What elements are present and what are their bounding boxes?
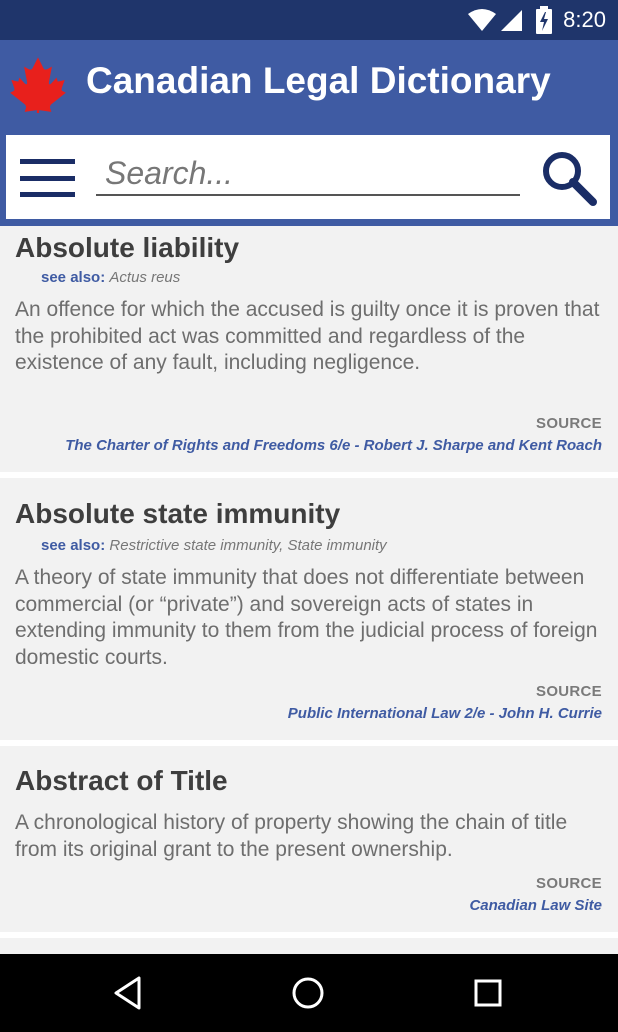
entry-card[interactable] (0, 938, 618, 954)
status-bar: 8:20 (0, 0, 618, 40)
maple-leaf-icon (10, 57, 66, 113)
entry-term: Abstract of Title (15, 765, 228, 796)
entry-card[interactable]: Absolute state immunity see also: Restri… (0, 478, 618, 740)
see-also-label: see also: (41, 537, 106, 554)
app-title: Canadian Legal Dictionary (86, 60, 551, 101)
entry-definition: A theory of state immunity that does not… (15, 566, 598, 669)
entry-list[interactable]: Absolute liability see also: Actus reus … (0, 226, 618, 954)
recents-icon[interactable] (468, 973, 508, 1013)
see-also-link[interactable]: Restrictive state immunity, State immuni… (109, 537, 386, 554)
navigation-bar (0, 954, 618, 1032)
source-label: SOURCE (536, 875, 602, 892)
see-also-link[interactable]: Actus reus (109, 269, 180, 286)
see-also: see also: Actus reus (41, 269, 180, 286)
screen: 8:20 Canadian Legal Dictionary Absolu (0, 0, 618, 1032)
entry-term: Absolute state immunity (15, 498, 341, 529)
see-also: see also: Restrictive state immunity, St… (41, 537, 387, 554)
entry-term: Absolute liability (15, 232, 240, 263)
source-text: Canadian Law Site (469, 897, 602, 914)
app-bar: Canadian Legal Dictionary (0, 40, 618, 132)
entry-card[interactable]: Absolute liability see also: Actus reus … (0, 226, 618, 472)
search-box (6, 135, 610, 219)
search-input[interactable] (96, 152, 520, 196)
entry-card[interactable]: Abstract of Title A chronological histor… (0, 746, 618, 932)
back-icon[interactable] (108, 973, 148, 1013)
wifi-icon (468, 9, 497, 31)
battery-charging-icon (536, 6, 553, 34)
see-also-label: see also: (41, 269, 106, 286)
entry-definition: An offence for which the accused is guil… (15, 298, 600, 374)
source-label: SOURCE (536, 415, 602, 432)
source-text: The Charter of Rights and Freedoms 6/e -… (65, 437, 602, 454)
cell-signal-icon (501, 10, 523, 31)
source-text: Public International Law 2/e - John H. C… (287, 705, 602, 722)
entry-definition: A chronological history of property show… (15, 811, 568, 861)
menu-icon[interactable] (20, 159, 76, 199)
status-icons: 8:20 (467, 0, 606, 40)
source-label: SOURCE (536, 683, 602, 700)
home-icon[interactable] (288, 973, 328, 1013)
status-time: 8:20 (563, 7, 606, 32)
search-bar (0, 132, 618, 226)
search-icon[interactable] (540, 149, 598, 207)
